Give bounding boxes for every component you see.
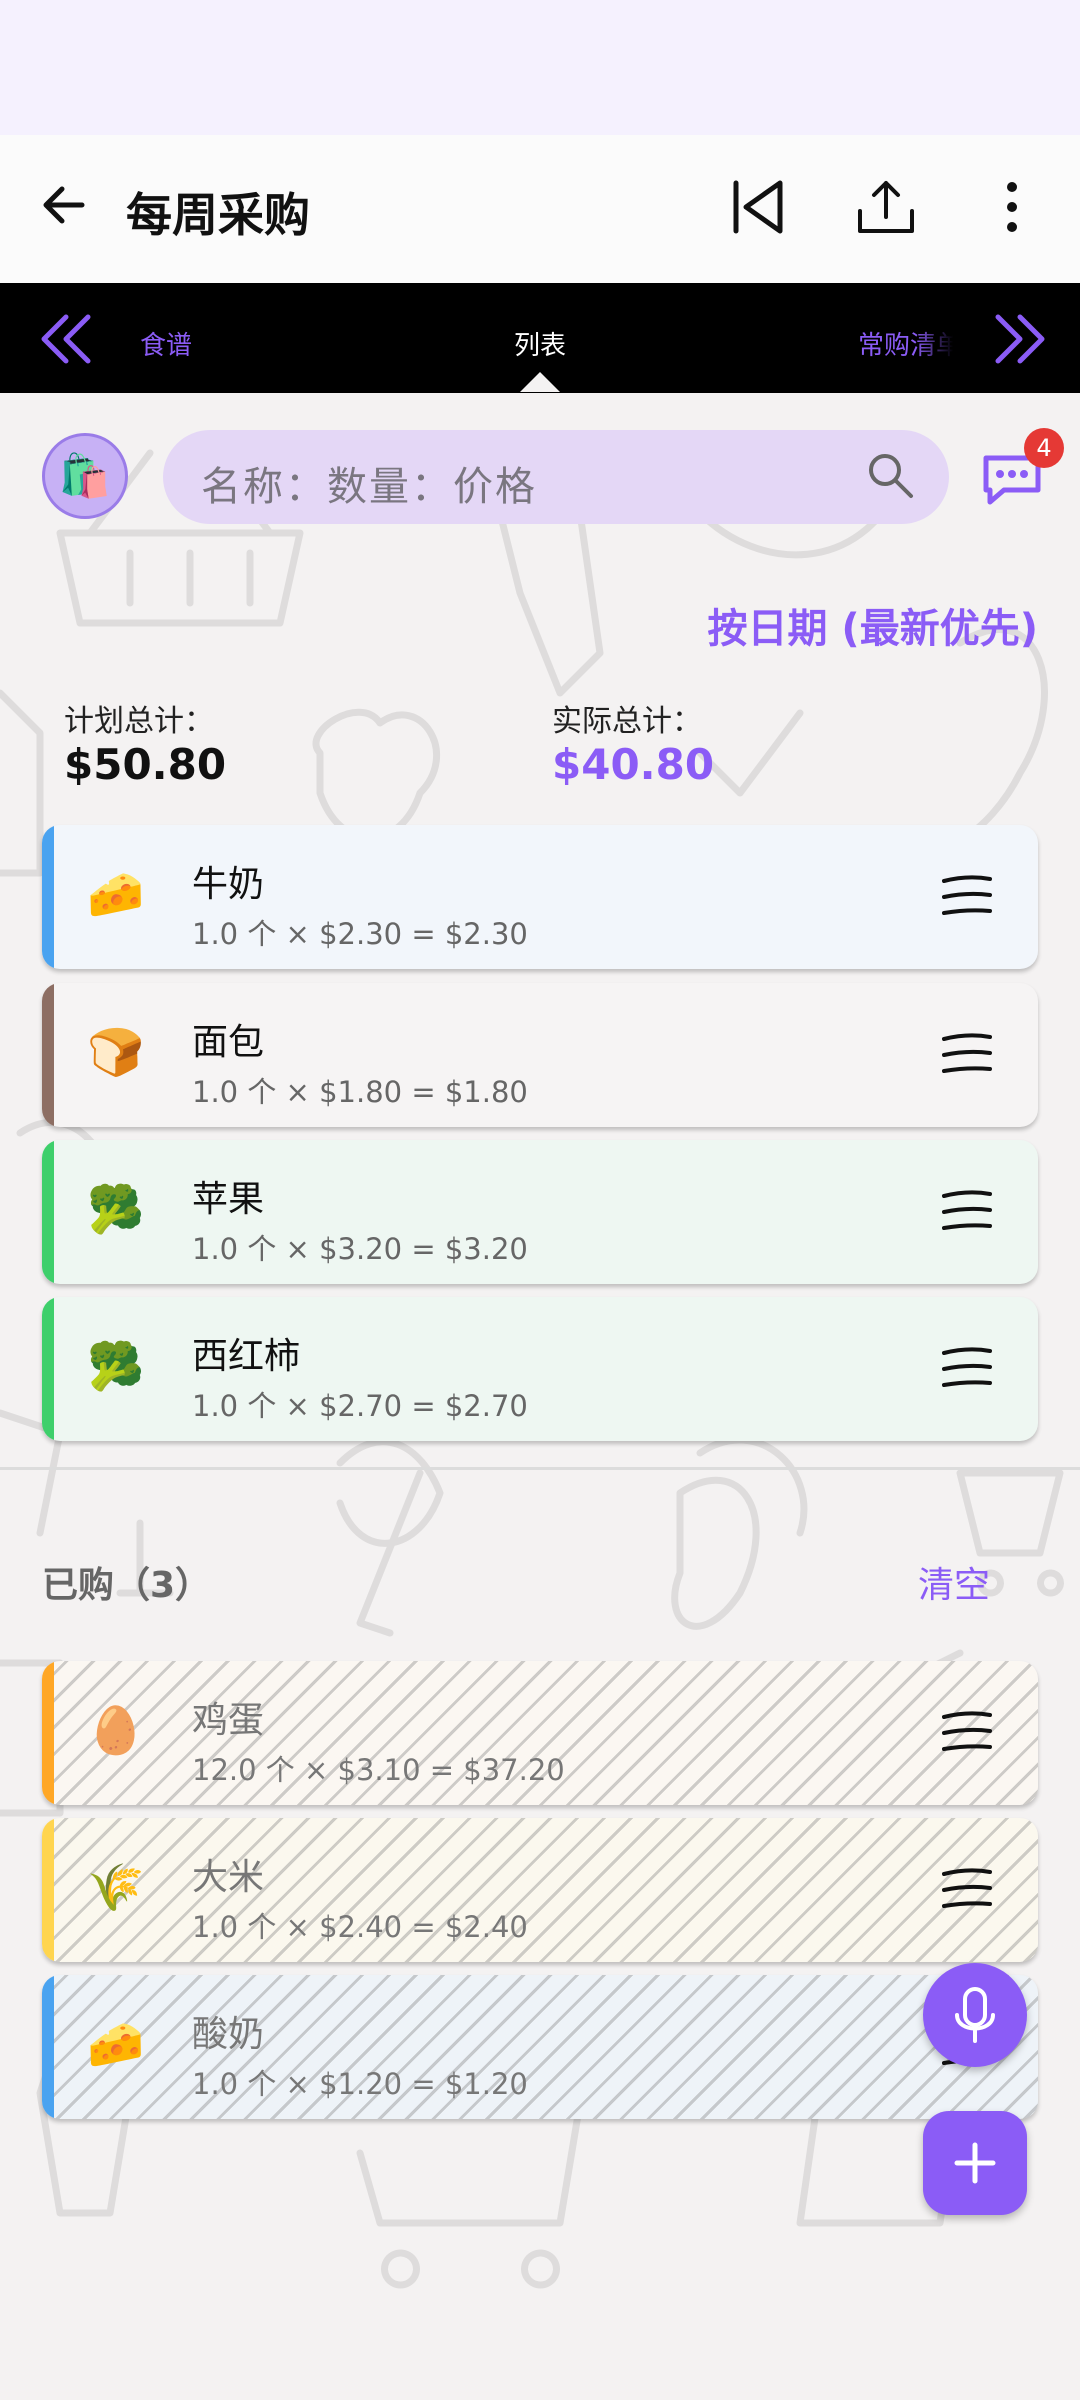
drag-handle-icon[interactable]: [940, 1345, 994, 1391]
drag-handle-icon[interactable]: [940, 1709, 994, 1755]
bought-section-header: 已购（3）: [42, 1565, 212, 1606]
drag-handle-icon[interactable]: [940, 1031, 994, 1077]
clear-bought-button[interactable]: 清空: [918, 1556, 990, 1608]
category-color-bar: [42, 1140, 54, 1284]
broccoli-icon: 🥦: [87, 1182, 145, 1236]
microphone-icon: [955, 1987, 995, 2043]
category-color-bar: [42, 1818, 54, 1962]
item-name: 面包: [192, 1022, 265, 1063]
rice-icon: 🌾: [87, 1860, 145, 1914]
list-item[interactable]: 🥦 苹果 1.0 个 × $3.20 = $3.20: [42, 1140, 1038, 1284]
item-detail: 1.0 个 × $2.70 = $2.70: [192, 1389, 528, 1423]
planned-total-label: 计划总计：: [64, 704, 214, 739]
item-detail: 1.0 个 × $2.40 = $2.40: [192, 1910, 528, 1944]
drag-handle-icon[interactable]: [940, 1188, 994, 1234]
notification-badge: 4: [1024, 428, 1064, 468]
list-item[interactable]: 🧀 牛奶 1.0 个 × $2.30 = $2.30: [42, 825, 1038, 969]
bought-item[interactable]: 🌾 大米 1.0 个 × $2.40 = $2.40: [42, 1818, 1038, 1962]
page-title: 每周采购: [126, 188, 310, 242]
cheese-icon: 🧀: [87, 2017, 145, 2071]
tab-frequent[interactable]: 常购清单: [858, 325, 953, 362]
item-name: 西红柿: [192, 1336, 301, 1377]
actual-total-label: 实际总计：: [552, 704, 702, 739]
item-detail: 1.0 个 × $3.20 = $3.20: [192, 1232, 528, 1266]
actual-total-value: $40.80: [552, 740, 715, 789]
list-item[interactable]: 🥦 西红柿 1.0 个 × $2.70 = $2.70: [42, 1297, 1038, 1441]
category-color-bar: [42, 1975, 54, 2119]
drag-handle-icon[interactable]: [940, 873, 994, 919]
planned-total-value: $50.80: [64, 740, 227, 789]
bought-item[interactable]: 🥚 鸡蛋 12.0 个 × $3.10 = $37.20: [42, 1661, 1038, 1805]
plus-icon: [954, 2142, 996, 2184]
egg-icon: 🥚: [87, 1703, 145, 1757]
back-arrow-icon[interactable]: [34, 175, 94, 235]
item-detail: 1.0 个 × $1.80 = $1.80: [192, 1075, 528, 1109]
shopping-bags-icon: 🛍️: [58, 451, 112, 500]
list-item[interactable]: 🍞 面包 1.0 个 × $1.80 = $1.80: [42, 983, 1038, 1127]
drag-handle-icon[interactable]: [940, 1866, 994, 1912]
skip-to-start-icon[interactable]: [726, 175, 790, 239]
status-bar: [0, 0, 1080, 135]
active-tab-indicator: [520, 372, 560, 392]
sort-order-button[interactable]: 按日期 (最新优先): [708, 596, 1039, 654]
app-bar: 每周采购: [0, 135, 1080, 283]
item-name: 酸奶: [192, 2014, 265, 2055]
item-detail: 1.0 个 × $1.20 = $1.20: [192, 2067, 528, 2101]
tab-list[interactable]: 列表: [514, 325, 566, 362]
cheese-icon: 🧀: [87, 867, 145, 921]
search-icon[interactable]: [863, 448, 919, 504]
section-divider: [0, 1467, 1080, 1470]
category-color-bar: [42, 1297, 54, 1441]
chevrons-right-icon[interactable]: [990, 311, 1050, 367]
bought-item[interactable]: 🧀 酸奶 1.0 个 × $1.20 = $1.20: [42, 1975, 1038, 2119]
bread-icon: 🍞: [87, 1025, 145, 1079]
search-input[interactable]: 名称：数量：价格: [163, 430, 949, 524]
item-name: 大米: [192, 1857, 265, 1898]
store-avatar[interactable]: 🛍️: [42, 433, 128, 519]
chevrons-left-icon[interactable]: [36, 311, 96, 367]
more-vert-icon[interactable]: [980, 175, 1044, 239]
broccoli-icon: 🥦: [87, 1339, 145, 1393]
tab-recipes[interactable]: 食谱: [140, 325, 192, 362]
category-color-bar: [42, 983, 54, 1127]
category-color-bar: [42, 825, 54, 969]
item-name: 牛奶: [192, 864, 265, 905]
item-detail: 1.0 个 × $2.30 = $2.30: [192, 917, 528, 951]
voice-input-button[interactable]: [923, 1963, 1027, 2067]
item-name: 鸡蛋: [192, 1700, 265, 1741]
category-color-bar: [42, 1661, 54, 1805]
item-detail: 12.0 个 × $3.10 = $37.20: [192, 1753, 565, 1787]
item-name: 苹果: [192, 1179, 265, 1220]
add-item-button[interactable]: [923, 2111, 1027, 2215]
search-placeholder: 名称：数量：价格: [201, 464, 537, 510]
share-icon[interactable]: [854, 175, 918, 239]
